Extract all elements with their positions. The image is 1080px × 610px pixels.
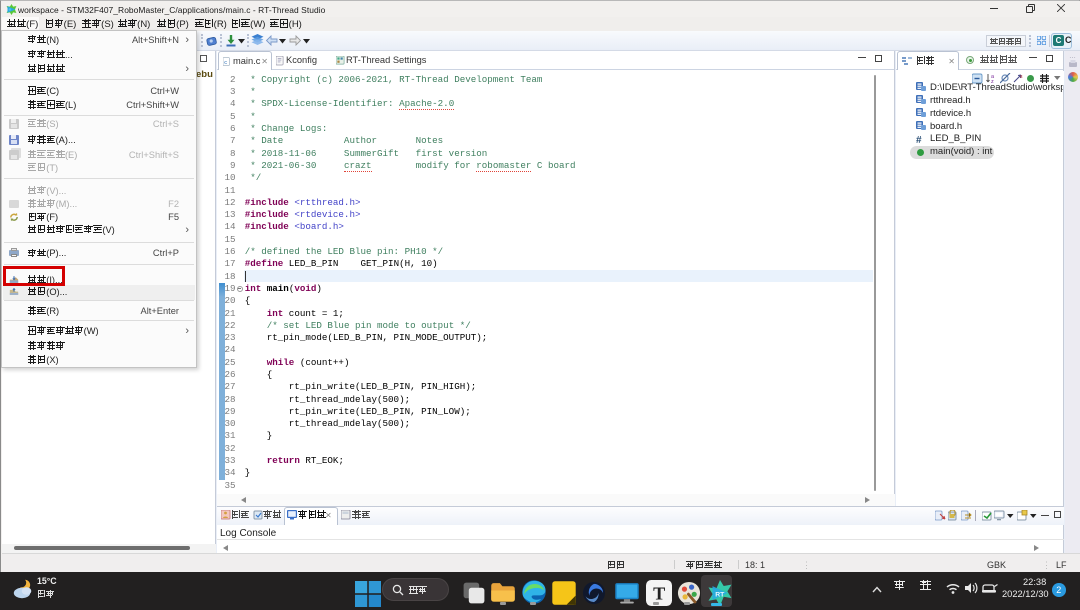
svg-text:T: T [653,584,665,604]
svg-text:s: s [1020,74,1023,80]
svg-text:RT: RT [715,591,725,598]
svg-text:c: c [224,60,227,66]
